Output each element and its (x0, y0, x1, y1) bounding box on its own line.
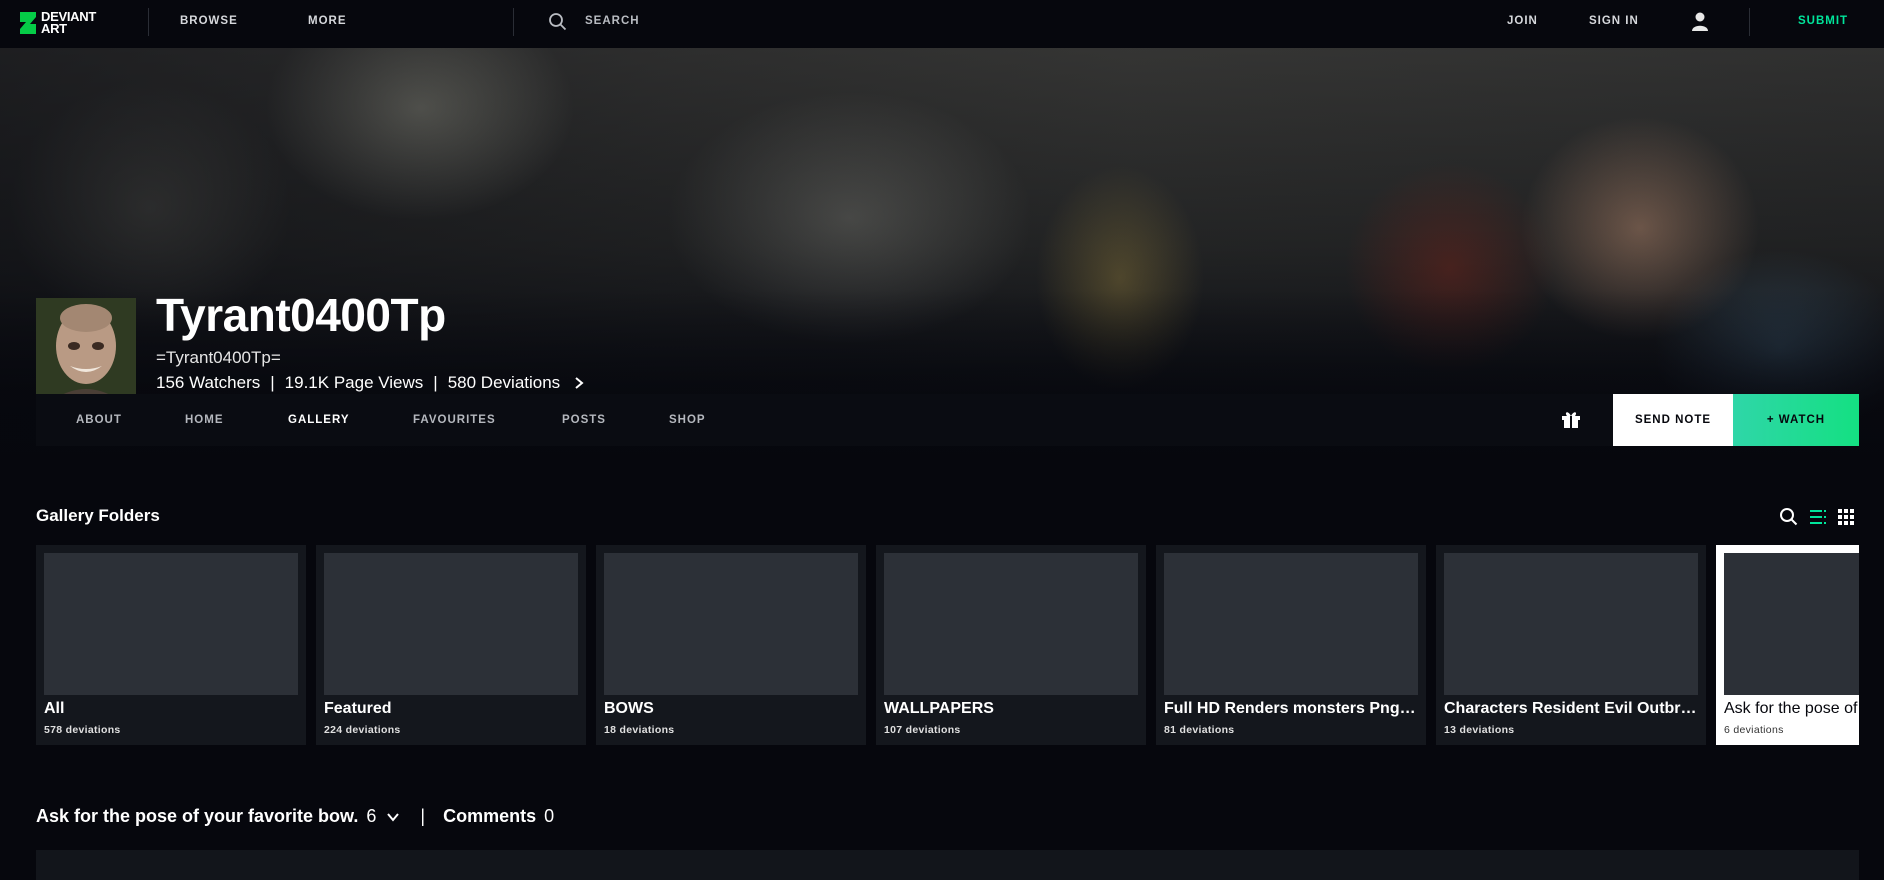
profile-stats[interactable]: 156 Watchers | 19.1K Page Views | 580 De… (156, 373, 586, 393)
folder-thumbnail (604, 553, 858, 695)
folder-name: Ask for the pose of your favorite bow. (1724, 700, 1859, 717)
tab-home[interactable]: HOME (185, 414, 224, 426)
folder-thumbnail (1724, 553, 1859, 695)
folder-card[interactable]: All 578 deviations (36, 545, 306, 745)
chevron-right-icon (575, 377, 584, 389)
search-icon[interactable] (548, 12, 568, 32)
gift-icon[interactable] (1560, 408, 1582, 430)
folder-thumbnail (324, 553, 578, 695)
folder-card-selected[interactable]: Ask for the pose of your favorite bow. 6… (1716, 545, 1859, 745)
divider (513, 8, 514, 36)
folder-name: Full HD Renders monsters Png. Resident E… (1164, 700, 1418, 717)
folder-name: WALLPAPERS (884, 700, 994, 717)
stats-separator: | (433, 373, 438, 392)
header-separator: | (420, 806, 426, 826)
avatar-image (36, 298, 136, 398)
folder-card[interactable]: Full HD Renders monsters Png. Resident E… (1156, 545, 1426, 745)
comments-label[interactable]: Comments (443, 806, 536, 827)
selected-folder-header: Ask for the pose of your favorite bow. 6… (36, 806, 554, 827)
folder-card[interactable]: Featured 224 deviations (316, 545, 586, 745)
deviantart-logo-icon (20, 12, 36, 34)
deviations-count: 580 Deviations (447, 373, 561, 392)
folder-name: Characters Resident Evil Outbreak (1444, 700, 1698, 717)
avatar[interactable] (36, 298, 136, 398)
divider (1749, 8, 1750, 36)
tab-gallery[interactable]: GALLERY (288, 414, 350, 426)
folder-card[interactable]: Characters Resident Evil Outbreak 13 dev… (1436, 545, 1706, 745)
join-link[interactable]: JOIN (1507, 15, 1538, 27)
folder-count: 13 deviations (1444, 724, 1515, 736)
submit-button[interactable]: SUBMIT (1798, 15, 1848, 27)
tab-favourites[interactable]: FAVOURITES (413, 414, 496, 426)
tab-posts[interactable]: POSTS (562, 414, 606, 426)
folder-content-area (36, 850, 1859, 880)
folder-count: 107 deviations (884, 724, 961, 736)
page-views-count: 19.1K Page Views (284, 373, 424, 392)
more-link[interactable]: MORE (308, 15, 347, 27)
folder-count: 6 deviations (1724, 724, 1784, 736)
user-icon[interactable] (1690, 11, 1710, 33)
folder-card[interactable]: WALLPAPERS 107 deviations (876, 545, 1146, 745)
folder-count: 18 deviations (604, 724, 675, 736)
stats-separator: | (270, 373, 275, 392)
comments-count: 0 (544, 806, 555, 826)
watch-button[interactable]: + WATCH (1733, 394, 1859, 446)
top-nav-bar: DEVIANT ART BROWSE MORE SEARCH JOIN SIGN… (0, 0, 1884, 48)
selected-folder-count: 6 (366, 806, 377, 826)
folder-count: 578 deviations (44, 724, 121, 736)
search-icon[interactable] (1779, 507, 1799, 527)
folder-thumbnail (884, 553, 1138, 695)
tab-about[interactable]: ABOUT (76, 414, 122, 426)
search-input[interactable]: SEARCH (585, 15, 640, 27)
list-view-icon[interactable] (1808, 507, 1828, 527)
send-note-button[interactable]: SEND NOTE (1613, 394, 1733, 446)
profile-username: Tyrant0400Tp (156, 289, 446, 341)
tab-shop[interactable]: SHOP (669, 414, 706, 426)
folder-count: 81 deviations (1164, 724, 1235, 736)
profile-nav-bar: ABOUT HOME GALLERY FAVOURITES POSTS SHOP… (36, 394, 1859, 446)
folder-name: BOWS (604, 700, 654, 717)
folder-name: All (44, 700, 65, 717)
folder-count: 224 deviations (324, 724, 401, 736)
browse-link[interactable]: BROWSE (180, 15, 238, 27)
sign-in-link[interactable]: SIGN IN (1589, 15, 1639, 27)
folder-card[interactable]: BOWS 18 deviations (596, 545, 866, 745)
gallery-folders-list: All 578 deviations Featured 224 deviatio… (36, 545, 1859, 745)
folder-thumbnail (1164, 553, 1418, 695)
grid-view-icon[interactable] (1836, 507, 1856, 527)
folder-thumbnail (44, 553, 298, 695)
divider (148, 8, 149, 36)
logo-text: DEVIANT ART (41, 9, 96, 36)
deviantart-logo[interactable]: DEVIANT ART (18, 8, 118, 38)
chevron-down-icon[interactable] (386, 810, 400, 824)
gallery-folders-title: Gallery Folders (36, 506, 160, 525)
watchers-count: 156 Watchers (156, 373, 261, 392)
selected-folder-name: Ask for the pose of your favorite bow. (36, 806, 359, 826)
folder-thumbnail (1444, 553, 1698, 695)
folder-name: Featured (324, 700, 392, 717)
profile-handle: =Tyrant0400Tp= (156, 348, 281, 367)
